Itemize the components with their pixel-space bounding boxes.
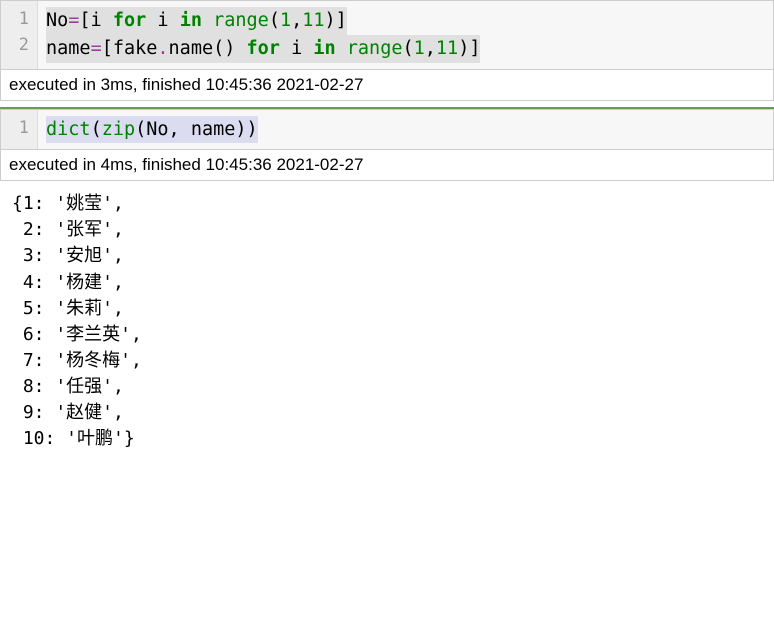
token: i bbox=[280, 38, 313, 59]
token: . bbox=[157, 38, 168, 59]
code-line-1: No=[i for i in range(1,11)] bbox=[46, 7, 347, 35]
token: , bbox=[425, 38, 436, 59]
token: ( bbox=[269, 10, 280, 31]
token: name() bbox=[169, 38, 247, 59]
token: )] bbox=[458, 38, 480, 59]
token bbox=[336, 38, 347, 59]
code-cell-2: 1 dict(zip(No, name)) executed in 4ms, f… bbox=[0, 109, 774, 182]
code-line-1: dict(zip(No, name)) bbox=[46, 116, 258, 144]
token: ( bbox=[402, 38, 413, 59]
token: zip bbox=[102, 119, 135, 140]
token: 11 bbox=[436, 38, 458, 59]
token: in bbox=[180, 10, 202, 31]
token: for bbox=[113, 10, 146, 31]
code-editor[interactable]: dict(zip(No, name)) bbox=[38, 110, 773, 150]
token: 1 bbox=[414, 38, 425, 59]
token: range bbox=[213, 10, 269, 31]
line-number: 1 bbox=[11, 116, 29, 142]
token: ( bbox=[91, 119, 102, 140]
execution-timing: executed in 3ms, finished 10:45:36 2021-… bbox=[1, 70, 773, 100]
execution-timing: executed in 4ms, finished 10:45:36 2021-… bbox=[1, 150, 773, 180]
token: for bbox=[247, 38, 280, 59]
code-cell-1: 1 2 No=[i for i in range(1,11)] name=[fa… bbox=[0, 0, 774, 101]
token: name bbox=[46, 38, 91, 59]
line-number: 2 bbox=[11, 33, 29, 59]
line-gutter: 1 2 bbox=[1, 1, 38, 69]
token: [i bbox=[79, 10, 112, 31]
token: in bbox=[313, 38, 335, 59]
token: 1 bbox=[280, 10, 291, 31]
line-number: 1 bbox=[11, 7, 29, 33]
input-area[interactable]: 1 2 No=[i for i in range(1,11)] name=[fa… bbox=[1, 1, 773, 70]
code-editor[interactable]: No=[i for i in range(1,11)] name=[fake.n… bbox=[38, 1, 773, 69]
token: [fake bbox=[102, 38, 158, 59]
token: = bbox=[91, 38, 102, 59]
token bbox=[202, 10, 213, 31]
line-gutter: 1 bbox=[1, 110, 38, 150]
token: )] bbox=[325, 10, 347, 31]
input-area[interactable]: 1 dict(zip(No, name)) bbox=[1, 110, 773, 151]
token: , bbox=[291, 10, 302, 31]
token: = bbox=[68, 10, 79, 31]
token: i bbox=[146, 10, 179, 31]
code-line-2: name=[fake.name() for i in range(1,11)] bbox=[46, 35, 480, 63]
token: (No, name)) bbox=[135, 119, 258, 140]
token: 11 bbox=[302, 10, 324, 31]
token: dict bbox=[46, 119, 91, 140]
token: range bbox=[347, 38, 403, 59]
cell-output: {1: '姚莹', 2: '张军', 3: '安旭', 4: '杨建', 5: … bbox=[0, 181, 774, 462]
token: No bbox=[46, 10, 68, 31]
